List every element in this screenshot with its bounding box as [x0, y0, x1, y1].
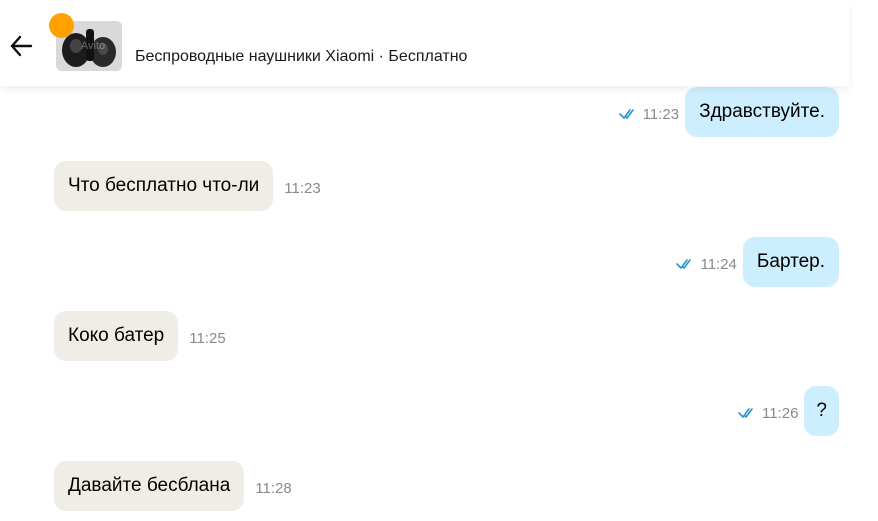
- message-time: 11:23: [284, 179, 321, 197]
- message-outgoing: 11:26 ?: [738, 386, 839, 436]
- listing-title[interactable]: Беспроводные наушники Xiaomi · Бесплатно: [135, 48, 467, 66]
- back-arrow-icon[interactable]: [8, 33, 34, 59]
- read-ticks-icon: [738, 408, 753, 418]
- message-time: 11:24: [700, 255, 737, 273]
- message-time: 11:25: [189, 329, 226, 347]
- message-incoming: Давайте бесблана 11:28: [54, 461, 292, 511]
- message-outgoing: 11:23 Здравствуйте.: [618, 87, 839, 137]
- message-bubble[interactable]: Коко батер: [54, 311, 179, 361]
- message-time: 11:23: [642, 105, 680, 123]
- message-outgoing: 11:24 Бартер.: [676, 237, 839, 287]
- chat-header: Avito Беспроводные наушники Xiaomi · Бес…: [0, 0, 849, 86]
- thumbnail-watermark: Avito: [81, 40, 105, 52]
- message-bubble[interactable]: Здравствуйте.: [685, 87, 839, 137]
- message-bubble[interactable]: Давайте бесблана: [54, 461, 245, 511]
- message-incoming: Коко батер 11:25: [54, 311, 226, 361]
- message-bubble[interactable]: Что бесплатно что-ли: [54, 161, 274, 211]
- read-ticks-icon: [618, 109, 634, 119]
- message-time: 11:28: [255, 479, 292, 497]
- message-meta: 11:23: [618, 105, 680, 123]
- message-time: 11:26: [761, 404, 799, 422]
- message-meta: 11:24: [676, 255, 737, 273]
- message-meta: 11:26: [738, 405, 798, 422]
- message-bubble[interactable]: Бартер.: [742, 237, 839, 287]
- read-ticks-icon: [676, 259, 692, 269]
- message-bubble[interactable]: ?: [804, 386, 839, 436]
- status-dot: [49, 13, 74, 38]
- message-incoming: Что бесплатно что-ли 11:23: [54, 161, 321, 211]
